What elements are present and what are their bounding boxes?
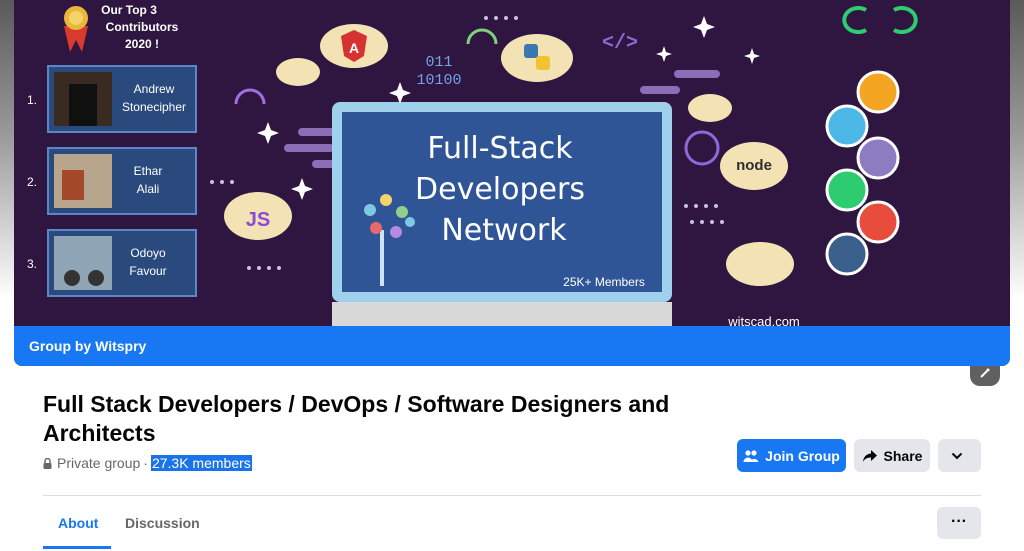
- svg-text:Alali: Alali: [137, 182, 160, 196]
- svg-text:Ethar: Ethar: [134, 164, 163, 178]
- feature-circle-icon: [825, 104, 869, 148]
- svg-text:Developers: Developers: [415, 172, 585, 207]
- svg-text:Contributors: Contributors: [106, 20, 179, 34]
- svg-text:A: A: [349, 40, 359, 56]
- share-button[interactable]: Share: [854, 439, 930, 472]
- cover-art: Our Top 3 Contributors 2020 ! 1. Andrew …: [14, 0, 1010, 330]
- svg-text:10100: 10100: [416, 72, 461, 89]
- svg-text:25K+ Members: 25K+ Members: [563, 275, 645, 289]
- svg-text:Stonecipher: Stonecipher: [122, 100, 186, 114]
- tabs-more-button[interactable]: ···: [937, 507, 981, 539]
- join-group-button[interactable]: Join Group: [737, 439, 846, 472]
- svg-text:2020 !: 2020 !: [125, 37, 159, 51]
- cover-photo[interactable]: Our Top 3 Contributors 2020 ! 1. Andrew …: [14, 0, 1010, 366]
- magic-wand-icon: [980, 368, 990, 378]
- share-arrow-icon: [862, 449, 877, 462]
- lock-icon: [43, 457, 52, 469]
- active-tab-indicator: [43, 546, 111, 549]
- cloud-icon: [276, 58, 320, 86]
- svg-text:</>: </>: [602, 32, 638, 55]
- svg-text:node: node: [736, 157, 772, 174]
- more-options-button[interactable]: [938, 439, 981, 472]
- cloud-icon: [726, 242, 794, 286]
- svg-text:Network: Network: [441, 213, 567, 248]
- tab-discussion[interactable]: Discussion: [125, 515, 200, 531]
- svg-text:2.: 2.: [27, 175, 37, 189]
- group-meta: Private group · 27.3K members: [43, 455, 252, 471]
- cloud-icon: [688, 94, 732, 122]
- svg-text:JS: JS: [246, 209, 270, 231]
- contributor-card-1: 1. Andrew Stonecipher: [27, 65, 197, 133]
- group-owner-bar[interactable]: Group by Witspry: [14, 326, 1010, 366]
- members-count-link[interactable]: 27.3K members: [150, 455, 252, 471]
- svg-text:Our Top 3: Our Top 3: [101, 3, 157, 17]
- edit-cover-button[interactable]: [970, 366, 1000, 386]
- tab-about[interactable]: About: [58, 515, 98, 531]
- svg-text:Odoyo: Odoyo: [130, 246, 166, 260]
- feature-circle-icon: [856, 70, 900, 114]
- tools-circle-icon: [825, 232, 869, 276]
- join-group-label: Join Group: [765, 447, 840, 464]
- header-divider: [43, 495, 981, 496]
- feature-circle-icon: [856, 200, 900, 244]
- contributor-card-3: 3. Odoyo Favour: [27, 229, 197, 297]
- svg-text:011: 011: [425, 54, 452, 71]
- gears-circle-icon: [825, 168, 869, 212]
- people-icon: [743, 449, 759, 462]
- group-title: Full Stack Developers / DevOps / Softwar…: [43, 391, 670, 446]
- contributor-card-2: 2. Ethar Alali: [27, 147, 197, 215]
- privacy-label: Private group: [57, 455, 141, 471]
- feature-circle-icon: [856, 136, 900, 180]
- share-label: Share: [883, 447, 923, 464]
- svg-text:Andrew: Andrew: [134, 82, 175, 96]
- svg-text:1.: 1.: [27, 93, 37, 107]
- svg-text:3.: 3.: [27, 257, 37, 271]
- meta-separator: ·: [143, 455, 148, 471]
- svg-text:Full-Stack: Full-Stack: [427, 131, 573, 166]
- chevron-down-icon: [951, 452, 962, 459]
- svg-text:Favour: Favour: [129, 264, 166, 278]
